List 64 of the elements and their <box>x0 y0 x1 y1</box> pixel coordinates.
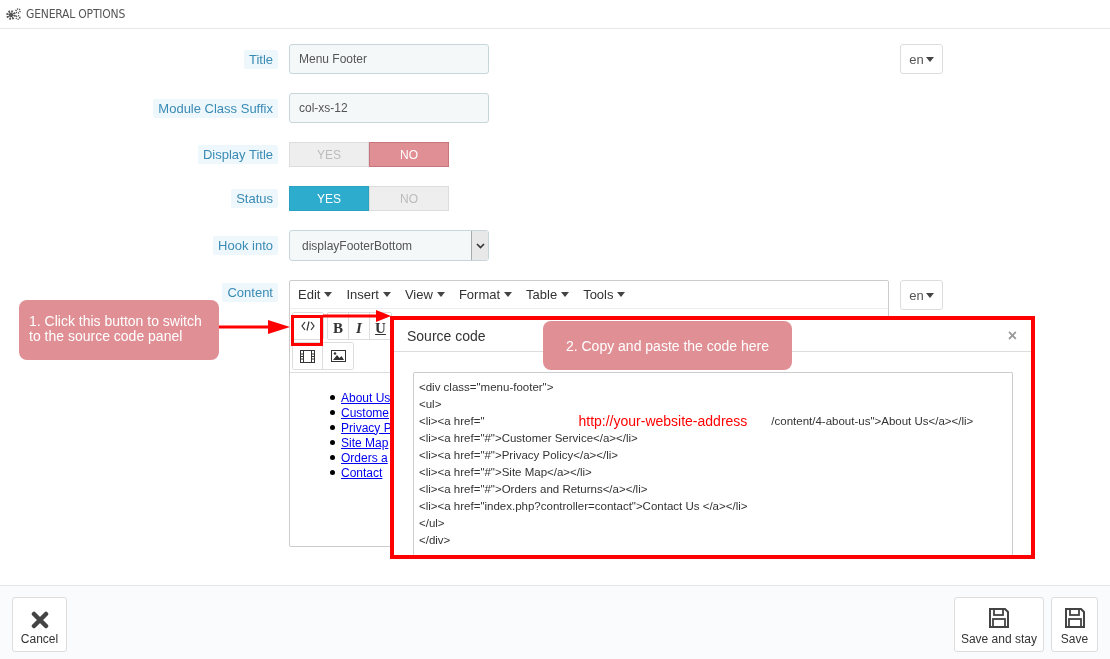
caret-icon <box>925 292 934 298</box>
link[interactable]: Orders a <box>341 450 388 465</box>
code-line: <li><a href="#">Privacy Policy</a></li> <box>419 448 618 461</box>
code-line: <div class="menu-footer"> <box>419 380 554 393</box>
instruction-callout: 1. Click this button to switch to the source code panel <box>19 300 219 360</box>
link[interactable]: Custome <box>341 405 390 420</box>
caret-icon <box>561 292 570 297</box>
image-icon <box>330 350 346 362</box>
text-field[interactable]: col-xs-12 <box>289 93 489 123</box>
highlight-frame <box>291 315 323 346</box>
code-textarea[interactable] <box>413 372 1013 555</box>
bullet-icon <box>330 440 335 445</box>
code-line: <li><a href=" <box>419 414 485 427</box>
caret-icon <box>382 292 391 297</box>
bullet-icon <box>330 455 335 460</box>
link[interactable]: Site Map <box>341 435 389 450</box>
chevron-icon <box>475 242 485 249</box>
link[interactable]: Contact <box>341 465 383 480</box>
caret-icon <box>504 292 513 297</box>
code-line: <li><a href="#">Orders and Returns</a></li> <box>419 482 648 495</box>
caret-icon <box>925 56 934 62</box>
language-button[interactable]: en <box>900 280 943 310</box>
field-label: Display Title <box>197 145 278 164</box>
field-label: Title <box>243 49 278 69</box>
code-line: <li><a href="index.php?controller=contact">Contact Us </a></li> <box>419 499 748 512</box>
field-label: Hook into <box>213 236 278 255</box>
code-line: <li><a href="#">Customer Service</a></li> <box>419 431 638 444</box>
gears-icon <box>6 8 22 20</box>
menu-item[interactable]: Edit <box>298 287 333 302</box>
menu-item[interactable]: Tools <box>583 287 626 302</box>
section-title: GENERAL OPTIONS <box>26 7 126 21</box>
text-field[interactable]: Menu Footer <box>289 44 489 74</box>
close-icon <box>30 611 49 629</box>
bullet-icon <box>330 395 335 400</box>
menu-item[interactable]: View <box>404 287 445 302</box>
link[interactable]: About Us <box>341 390 391 405</box>
caret-icon <box>436 292 445 297</box>
url-note: http://your-website-address <box>578 412 748 429</box>
bullet-icon <box>330 410 335 415</box>
field-label: Module Class Suffix <box>153 98 278 118</box>
caret-icon <box>617 292 626 297</box>
cancel-button[interactable]: Cancel <box>12 597 67 652</box>
select-field[interactable]: displayFooterBottom <box>289 230 489 261</box>
film-icon <box>300 349 315 363</box>
code-line: /content/4-about-us">About Us</a></li> <box>771 414 974 427</box>
field-label: Content <box>222 283 278 302</box>
code-line: </div> <box>419 533 451 546</box>
field-label: Status <box>231 189 278 208</box>
code-icon <box>301 321 315 331</box>
arrow <box>219 320 290 334</box>
save-button[interactable]: Save and stay <box>953 597 1044 652</box>
code-line: </ul> <box>419 516 445 529</box>
menu-item[interactable]: Table <box>526 287 570 302</box>
instruction-callout: 2. Copy and paste the code here <box>543 321 792 370</box>
caret-icon <box>324 292 333 297</box>
bullet-icon <box>330 425 335 430</box>
language-button[interactable]: en <box>900 44 943 74</box>
menu-item[interactable]: Format <box>458 287 513 302</box>
code-line: <li><a href="#">Site Map</a></li> <box>419 465 592 478</box>
code-line: <ul> <box>419 397 442 410</box>
save-button[interactable]: Save <box>1051 597 1098 652</box>
menu-item[interactable]: Insert <box>346 287 391 302</box>
dialog-title: Source code <box>407 327 486 344</box>
bullet-icon <box>330 470 335 475</box>
